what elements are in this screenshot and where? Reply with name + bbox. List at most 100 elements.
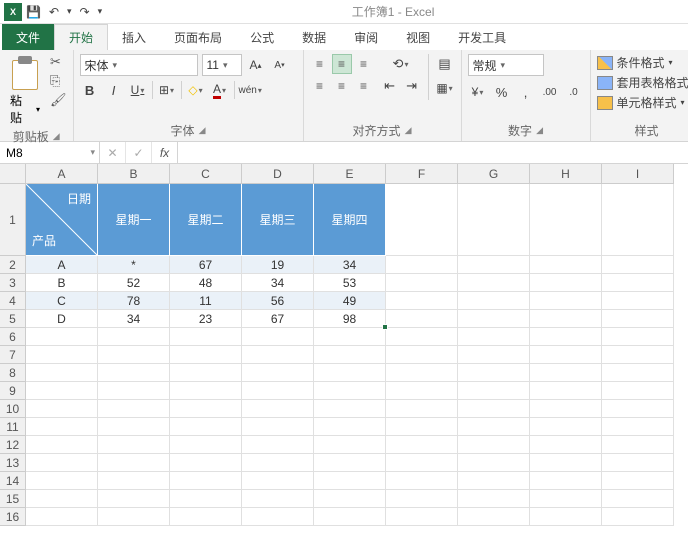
cell-styles-button[interactable]: 单元格样式▾ — [597, 94, 685, 111]
row-header[interactable]: 15 — [0, 490, 26, 508]
cell[interactable] — [458, 328, 530, 346]
cell[interactable] — [458, 490, 530, 508]
cell[interactable]: 11 — [170, 292, 242, 310]
cell[interactable] — [170, 400, 242, 418]
cell[interactable] — [386, 292, 458, 310]
cell[interactable]: 星期四 — [314, 184, 386, 256]
save-icon[interactable]: 💾 — [26, 5, 41, 19]
font-size-combo[interactable]: 11▾ — [202, 54, 242, 76]
cell[interactable] — [386, 490, 458, 508]
decrease-decimal-button[interactable]: .0 — [564, 82, 584, 102]
row-header[interactable]: 7 — [0, 346, 26, 364]
formula-input[interactable] — [178, 142, 688, 163]
cell[interactable] — [98, 472, 170, 490]
cell[interactable]: 67 — [170, 256, 242, 274]
tab-page-layout[interactable]: 页面布局 — [160, 24, 236, 50]
cell[interactable] — [386, 472, 458, 490]
cell[interactable] — [602, 472, 674, 490]
cell[interactable] — [242, 400, 314, 418]
name-box[interactable]: M8▾ — [0, 142, 100, 163]
column-header[interactable]: I — [602, 164, 674, 184]
cell[interactable] — [98, 454, 170, 472]
cell[interactable] — [26, 400, 98, 418]
cell[interactable] — [314, 364, 386, 382]
cell[interactable] — [458, 400, 530, 418]
dialog-launcher-icon[interactable]: ◢ — [405, 125, 412, 136]
cell[interactable]: 56 — [242, 292, 314, 310]
cell[interactable] — [386, 328, 458, 346]
cell[interactable] — [314, 346, 386, 364]
cell[interactable] — [26, 346, 98, 364]
cell[interactable] — [602, 490, 674, 508]
align-left-button[interactable]: ≡ — [310, 76, 330, 96]
cell[interactable] — [530, 274, 602, 292]
cell[interactable] — [530, 184, 602, 256]
cell[interactable] — [458, 310, 530, 328]
cell[interactable] — [170, 508, 242, 526]
cell[interactable] — [602, 364, 674, 382]
cell[interactable] — [386, 400, 458, 418]
cell[interactable] — [530, 472, 602, 490]
row-header[interactable]: 6 — [0, 328, 26, 346]
cell[interactable] — [530, 454, 602, 472]
cell[interactable]: A — [26, 256, 98, 274]
tab-developer[interactable]: 开发工具 — [444, 24, 520, 50]
cell[interactable] — [314, 328, 386, 346]
cell[interactable] — [242, 508, 314, 526]
cell[interactable] — [602, 454, 674, 472]
cell[interactable] — [26, 328, 98, 346]
bold-button[interactable]: B — [80, 80, 100, 100]
cell[interactable] — [242, 436, 314, 454]
cell[interactable] — [386, 436, 458, 454]
cell[interactable] — [386, 184, 458, 256]
border-button[interactable]: ⊞▾ — [157, 80, 177, 100]
row-header[interactable]: 2 — [0, 256, 26, 274]
cell[interactable] — [314, 382, 386, 400]
cell[interactable]: 48 — [170, 274, 242, 292]
cell[interactable] — [26, 472, 98, 490]
cell[interactable] — [458, 346, 530, 364]
merge-center-button[interactable]: ▦▾ — [435, 78, 455, 98]
fx-icon[interactable]: fx — [152, 142, 178, 163]
cell[interactable] — [602, 436, 674, 454]
cell[interactable] — [458, 274, 530, 292]
column-header[interactable]: E — [314, 164, 386, 184]
conditional-formatting-button[interactable]: 条件格式▾ — [597, 54, 673, 71]
cell[interactable] — [98, 346, 170, 364]
tab-view[interactable]: 视图 — [392, 24, 444, 50]
enter-formula-button[interactable]: ✓ — [126, 142, 152, 163]
tab-file[interactable]: 文件 — [2, 24, 54, 50]
cell[interactable] — [386, 418, 458, 436]
cell[interactable]: 98 — [314, 310, 386, 328]
cell[interactable] — [386, 274, 458, 292]
cell[interactable] — [98, 400, 170, 418]
cell[interactable] — [602, 508, 674, 526]
cell[interactable] — [170, 328, 242, 346]
cell[interactable] — [242, 418, 314, 436]
column-header[interactable]: B — [98, 164, 170, 184]
dialog-launcher-icon[interactable]: ◢ — [53, 131, 60, 142]
cell[interactable] — [458, 454, 530, 472]
underline-button[interactable]: U▾ — [128, 80, 148, 100]
cell[interactable] — [458, 292, 530, 310]
row-header[interactable]: 13 — [0, 454, 26, 472]
cell[interactable] — [98, 508, 170, 526]
cell[interactable] — [98, 364, 170, 382]
undo-icon[interactable]: ↶ — [49, 5, 59, 19]
format-as-table-button[interactable]: 套用表格格式▾ — [597, 74, 688, 91]
cell[interactable] — [242, 328, 314, 346]
increase-indent-button[interactable]: ⇥ — [402, 76, 422, 96]
decrease-indent-button[interactable]: ⇤ — [380, 76, 400, 96]
cell[interactable] — [242, 382, 314, 400]
cell[interactable] — [602, 274, 674, 292]
cell[interactable] — [458, 382, 530, 400]
cell[interactable] — [602, 328, 674, 346]
cell[interactable]: 日期产品 — [26, 184, 98, 256]
cell[interactable]: 78 — [98, 292, 170, 310]
comma-button[interactable]: , — [516, 82, 536, 102]
row-header[interactable]: 8 — [0, 364, 26, 382]
cell[interactable] — [458, 508, 530, 526]
cell[interactable] — [530, 310, 602, 328]
cell[interactable] — [242, 472, 314, 490]
cell[interactable] — [314, 490, 386, 508]
